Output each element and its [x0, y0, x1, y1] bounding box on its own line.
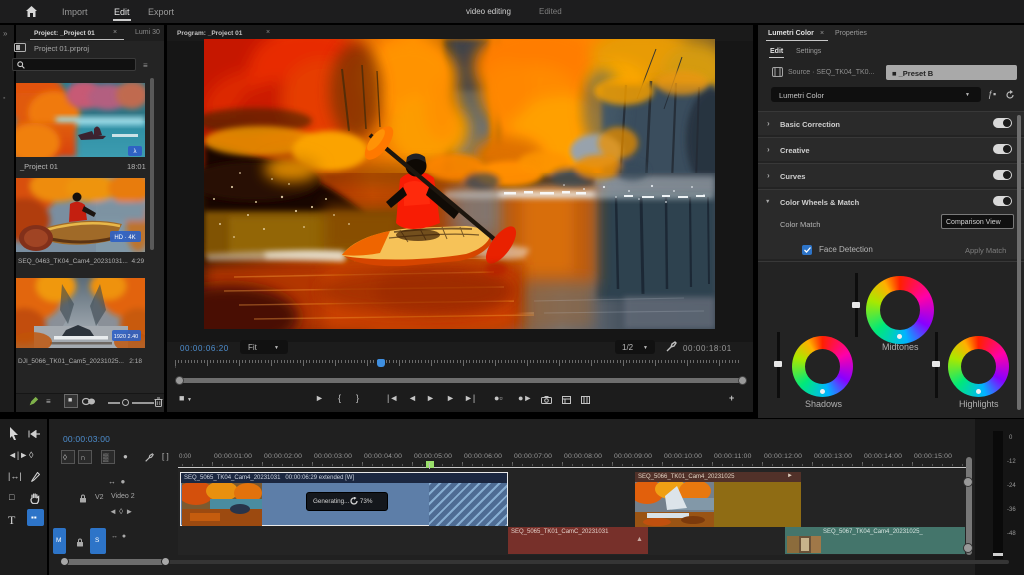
svg-text:1920 2.40: 1920 2.40 [114, 334, 138, 340]
svg-text:HD · 4K: HD · 4K [114, 235, 135, 241]
svg-text:λ: λ [134, 149, 137, 155]
